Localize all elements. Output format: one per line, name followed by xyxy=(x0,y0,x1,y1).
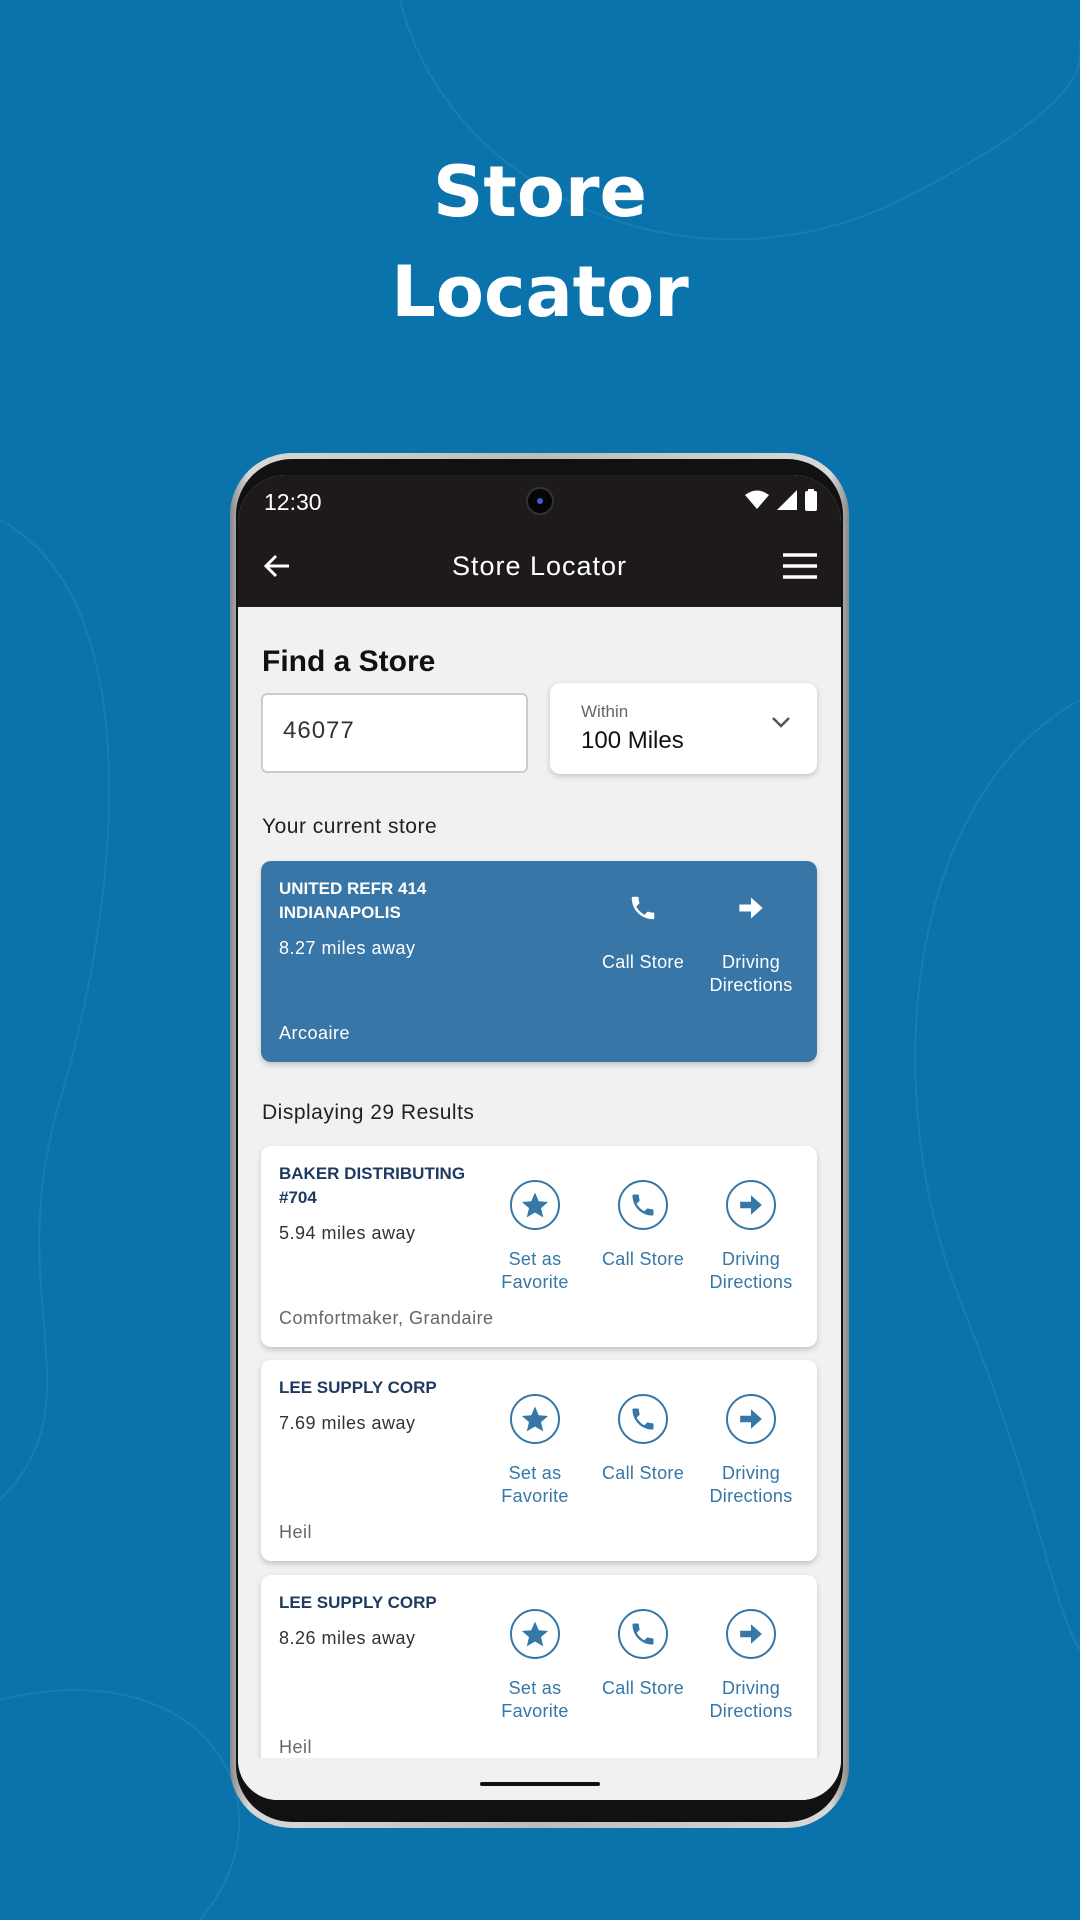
store-name: LEE SUPPLY CORP xyxy=(279,1376,489,1400)
camera-icon xyxy=(526,487,554,515)
directions-label: Driving xyxy=(721,1463,781,1483)
call-store-label: Call Store xyxy=(601,1463,685,1483)
promo-headline: Store Locator xyxy=(0,142,1080,342)
current-store-label: Your current store xyxy=(262,815,438,838)
store-name-line: LEE SUPPLY CORP xyxy=(279,1593,437,1612)
results-count: Displaying 29 Results xyxy=(262,1101,475,1124)
radius-select[interactable]: Within 100 Miles xyxy=(550,683,817,774)
radius-value: 100 Miles xyxy=(581,727,684,754)
driving-directions-button[interactable]: Driving Directions xyxy=(696,1609,806,1723)
store-result-card[interactable]: BAKER DISTRIBUTING #704 5.94 miles away S… xyxy=(261,1146,817,1347)
radius-label: Within xyxy=(581,702,629,721)
current-store-card[interactable]: UNITED REFR 414 INDIANAPOLIS 8.27 miles a… xyxy=(261,861,817,1062)
status-time: 12:30 xyxy=(264,489,322,515)
call-store-button[interactable]: Call Store xyxy=(588,1609,698,1700)
set-favorite-button[interactable]: Set as Favorite xyxy=(480,1180,590,1294)
directions-label: Driving xyxy=(721,1249,781,1269)
call-store-button[interactable]: Call Store xyxy=(588,883,698,974)
store-brands: Heil xyxy=(279,1737,313,1757)
favorite-label: Favorite xyxy=(501,1486,569,1506)
favorite-label: Set as xyxy=(508,1463,562,1483)
directions-label: Driving xyxy=(721,952,781,972)
gesture-area xyxy=(238,1758,841,1800)
arrow-right-icon xyxy=(740,1409,762,1429)
directions-label: Directions xyxy=(709,975,793,995)
store-name-line: #704 xyxy=(279,1188,317,1207)
phone-screen: 12:30 Store Locator Find a Store 46077 W… xyxy=(238,475,841,1800)
star-icon xyxy=(521,1406,549,1432)
phone-icon xyxy=(632,1194,654,1216)
headline-line: Store xyxy=(433,151,647,233)
store-result-card[interactable]: LEE SUPPLY CORP 7.69 miles away Set as Fa… xyxy=(261,1360,817,1561)
store-result-card[interactable]: LEE SUPPLY CORP 8.26 miles away Set as Fa… xyxy=(261,1575,817,1758)
directions-label: Driving xyxy=(721,1678,781,1698)
page-heading: Find a Store xyxy=(262,645,436,678)
favorite-label: Favorite xyxy=(501,1272,569,1292)
status-bar: 12:30 xyxy=(238,475,841,527)
set-favorite-button[interactable]: Set as Favorite xyxy=(480,1394,590,1508)
home-indicator[interactable] xyxy=(480,1782,600,1786)
zip-code-input[interactable]: 46077 xyxy=(261,693,528,773)
hamburger-menu-icon[interactable] xyxy=(783,553,817,579)
store-distance: 7.69 miles away xyxy=(279,1413,416,1433)
headline-line: Locator xyxy=(391,251,689,333)
call-store-button[interactable]: Call Store xyxy=(588,1394,698,1485)
call-store-label: Call Store xyxy=(601,1249,685,1269)
phone-icon xyxy=(632,1408,654,1430)
arrow-right-icon xyxy=(739,897,763,919)
wifi-icon xyxy=(745,490,769,509)
store-name: LEE SUPPLY CORP xyxy=(279,1591,489,1615)
store-name-line: INDIANAPOLIS xyxy=(279,903,401,922)
store-distance: 5.94 miles away xyxy=(279,1223,416,1243)
directions-label: Directions xyxy=(709,1701,793,1721)
set-favorite-button[interactable]: Set as Favorite xyxy=(480,1609,590,1723)
app-bar: Store Locator xyxy=(238,527,841,607)
store-brands: Heil xyxy=(279,1522,313,1542)
app-title: Store Locator xyxy=(451,551,628,581)
star-icon xyxy=(521,1621,549,1647)
phone-icon xyxy=(632,1623,654,1645)
driving-directions-button[interactable]: Driving Directions xyxy=(696,1180,806,1294)
signal-icon xyxy=(777,490,797,510)
battery-icon xyxy=(805,489,817,511)
store-distance: 8.27 miles away xyxy=(279,938,416,958)
phone-icon xyxy=(631,896,655,920)
favorite-label: Favorite xyxy=(501,1701,569,1721)
call-store-label: Call Store xyxy=(601,1678,685,1698)
directions-label: Directions xyxy=(709,1272,793,1292)
arrow-right-icon xyxy=(740,1624,762,1644)
store-distance: 8.26 miles away xyxy=(279,1628,416,1648)
favorite-label: Set as xyxy=(508,1249,562,1269)
store-brands: Arcoaire xyxy=(279,1023,351,1043)
star-icon xyxy=(521,1192,549,1218)
store-name: UNITED REFR 414 INDIANAPOLIS xyxy=(279,877,489,925)
store-name-line: LEE SUPPLY CORP xyxy=(279,1378,437,1397)
store-name: BAKER DISTRIBUTING #704 xyxy=(279,1162,489,1210)
favorite-label: Set as xyxy=(508,1678,562,1698)
call-store-label: Call Store xyxy=(601,952,685,972)
store-name-line: UNITED REFR 414 xyxy=(279,879,427,898)
directions-label: Directions xyxy=(709,1486,793,1506)
chevron-down-icon xyxy=(772,717,790,728)
driving-directions-button[interactable]: Driving Directions xyxy=(696,883,806,997)
store-brands: Comfortmaker, Grandaire xyxy=(279,1308,494,1328)
call-store-button[interactable]: Call Store xyxy=(588,1180,698,1271)
store-name-line: BAKER DISTRIBUTING xyxy=(279,1164,466,1183)
driving-directions-button[interactable]: Driving Directions xyxy=(696,1394,806,1508)
arrow-right-icon xyxy=(740,1195,762,1215)
